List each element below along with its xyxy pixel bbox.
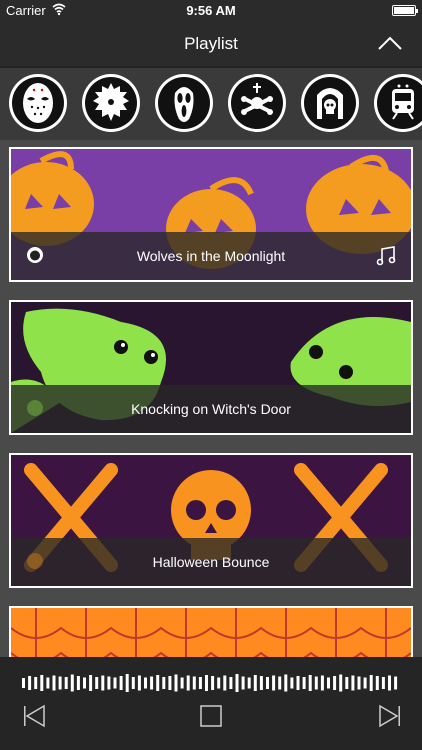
stop-icon[interactable] [198, 703, 224, 729]
playlist[interactable]: Wolves in the Moonlight Knocking on Witc… [0, 140, 422, 657]
waveform-bar [156, 675, 160, 691]
waveform-bar [327, 677, 330, 689]
waveform-bar [144, 677, 147, 689]
ghost-train-icon [377, 77, 422, 129]
waveform-bar [388, 675, 391, 691]
waveform-bar [89, 675, 93, 691]
waveform-bar [290, 677, 294, 689]
cross-bones-icon [231, 77, 283, 129]
category-saw-blade[interactable] [82, 74, 140, 132]
category-cross-bones[interactable] [228, 74, 286, 132]
waveform-bar [211, 676, 215, 690]
item-title: Wolves in the Moonlight [136, 248, 286, 264]
waveform-bar [64, 677, 68, 689]
status-bar: Carrier 9:56 AM [0, 0, 422, 22]
playlist-item[interactable]: Wolves in the Moonlight [9, 147, 413, 282]
page-title: Playlist [184, 34, 238, 53]
waveform-scrubber[interactable] [22, 669, 400, 697]
waveform-bar [186, 675, 190, 691]
waveform-bar [266, 677, 269, 689]
item-title: Halloween Bounce [152, 554, 270, 570]
waveform-bar [339, 674, 343, 692]
scream-mask-icon [158, 77, 210, 129]
waveform-bar [28, 676, 32, 690]
waveform-bar [174, 674, 178, 692]
nav-bar: Playlist [0, 22, 422, 66]
waveform-bar [314, 676, 318, 690]
waveform-bar [22, 678, 25, 688]
waveform-bar [247, 677, 251, 689]
waveform-bar [205, 675, 208, 691]
waveform-bar [345, 677, 349, 689]
previous-track-icon[interactable] [22, 703, 48, 729]
waveform-bar [58, 676, 62, 690]
category-ghost-train[interactable] [374, 74, 422, 132]
waveform-bar [131, 677, 135, 689]
item-caption-bar: Halloween Bounce [11, 538, 411, 586]
web-pattern [11, 608, 411, 657]
category-strip[interactable] [0, 66, 422, 140]
waveform-bar [351, 675, 355, 691]
waveform-bar [381, 677, 385, 689]
waveform-bar [259, 676, 263, 690]
waveform-bar [162, 677, 166, 689]
waveform-bar [192, 676, 196, 690]
audio-player [0, 657, 422, 750]
waveform-bar [308, 675, 312, 691]
waveform-bar [180, 677, 184, 689]
skull-fireplace-icon [304, 77, 356, 129]
waveform-bar [168, 676, 172, 690]
waveform-bar [101, 675, 105, 691]
battery-icon [392, 5, 418, 16]
waveform-bar [333, 676, 337, 690]
next-track-icon[interactable] [376, 703, 402, 729]
category-scream-mask[interactable] [155, 74, 213, 132]
waveform-bar [40, 675, 44, 691]
music-note-icon [376, 246, 396, 266]
category-hockey-mask[interactable] [9, 74, 67, 132]
waveform-bar [375, 676, 379, 690]
waveform-bar [70, 674, 74, 692]
waveform-bar [95, 677, 99, 689]
waveform-bar [320, 675, 324, 691]
saw-blade-icon [85, 77, 137, 129]
item-caption-bar: Knocking on Witch's Door [11, 385, 411, 433]
waveform-bar [235, 674, 239, 692]
waveform-bar [296, 676, 300, 690]
waveform-bar [302, 677, 306, 689]
waveform-bar [137, 675, 141, 691]
waveform-bar [76, 676, 80, 690]
clock: 9:56 AM [186, 3, 236, 18]
waveform-bar [223, 675, 227, 691]
waveform-bar [150, 676, 154, 690]
waveform-bar [284, 674, 288, 692]
playlist-item[interactable]: Halloween Bounce [9, 453, 413, 588]
waveform-bar [241, 676, 245, 690]
waveform-bar [394, 676, 398, 690]
waveform-bar [369, 675, 373, 691]
hockey-mask-icon [12, 77, 64, 129]
waveform-bar [357, 676, 361, 690]
waveform-bar [52, 675, 56, 691]
waveform-bar [113, 677, 117, 689]
waveform-bar [119, 676, 123, 690]
item-caption-bar: Wolves in the Moonlight [11, 232, 411, 280]
waveform-bar [272, 675, 276, 691]
playlist-item[interactable] [9, 606, 413, 657]
waveform-bar [217, 677, 221, 689]
chevron-up-icon[interactable] [376, 30, 404, 58]
waveform-bar [278, 676, 282, 690]
category-skull-fireplace[interactable] [301, 74, 359, 132]
waveform-bar [46, 677, 50, 689]
waveform-bar [34, 677, 38, 689]
waveform-bar [363, 677, 367, 689]
waveform-bar [253, 675, 257, 691]
waveform-bar [125, 674, 129, 692]
waveform-bar [83, 677, 86, 689]
playlist-item[interactable]: Knocking on Witch's Door [9, 300, 413, 435]
waveform-bar [107, 676, 111, 690]
waveform-bar [198, 677, 202, 689]
item-title: Knocking on Witch's Door [131, 401, 291, 417]
waveform-bar [229, 677, 233, 689]
